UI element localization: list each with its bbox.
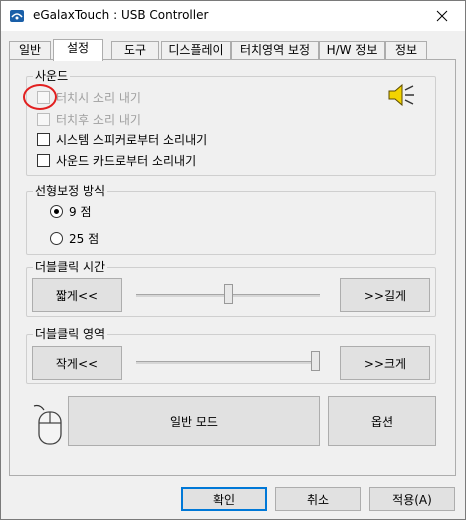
close-icon — [436, 10, 448, 22]
close-button[interactable] — [419, 1, 465, 31]
linearity-9-point-option[interactable]: 9 점 — [50, 202, 92, 220]
cancel-button[interactable]: 취소 — [275, 487, 361, 511]
linearity-9-point-label: 9 점 — [69, 204, 92, 219]
linearity-25-point-radio[interactable] — [50, 231, 63, 245]
title-bar: eGalaxTouch : USB Controller — [1, 1, 465, 31]
tab-display[interactable]: 디스플레이 — [161, 41, 231, 60]
sound-group-title: 사운드 — [33, 68, 71, 84]
double-click-area-slider-thumb[interactable] — [311, 351, 320, 371]
system-speaker-checkbox[interactable] — [37, 132, 50, 146]
after-touch-sound-option[interactable]: 터치후 소리 내기 — [37, 110, 141, 128]
double-click-time-longer-button[interactable]: >>길게 — [340, 278, 430, 312]
settings-panel: 사운드 터치시 소리 내기 터치후 소리 내기 시스템 스피커로부터 소리내기 … — [9, 59, 456, 476]
double-click-area-smaller-button[interactable]: 작게<< — [32, 346, 122, 380]
tab-info[interactable]: 정보 — [385, 41, 427, 60]
touch-sound-label: 터치시 소리 내기 — [56, 90, 141, 105]
double-click-time-shorter-button[interactable]: 짧게<< — [32, 278, 122, 312]
window-title: eGalaxTouch : USB Controller — [33, 8, 209, 22]
double-click-time-slider-thumb[interactable] — [223, 284, 233, 304]
system-speaker-option[interactable]: 시스템 스피커로부터 소리내기 — [37, 130, 207, 148]
linearity-25-point-option[interactable]: 25 점 — [50, 229, 99, 247]
double-click-area-slider-track[interactable] — [136, 361, 320, 364]
double-click-area-larger-button[interactable]: >>크게 — [340, 346, 430, 380]
system-speaker-label: 시스템 스피커로부터 소리내기 — [56, 132, 208, 147]
mouse-icon — [30, 402, 66, 446]
options-button[interactable]: 옵션 — [328, 396, 436, 446]
sound-card-checkbox[interactable] — [37, 153, 50, 167]
double-click-area-title: 더블클릭 영역 — [33, 326, 108, 342]
tab-touch-area-calibration[interactable]: 터치영역 보정 — [231, 41, 319, 60]
linearity-group-title: 선형보정 방식 — [33, 183, 108, 199]
sound-card-label: 사운드 카드로부터 소리내기 — [56, 153, 197, 168]
tab-general[interactable]: 일반 — [9, 41, 51, 60]
tab-settings[interactable]: 설정 — [53, 39, 103, 61]
double-click-time-title: 더블클릭 시간 — [33, 259, 108, 275]
highlight-circle — [23, 84, 57, 110]
ok-button[interactable]: 확인 — [181, 487, 267, 511]
speaker-icon — [387, 83, 415, 107]
linearity-25-point-label: 25 점 — [69, 231, 100, 246]
normal-mode-button[interactable]: 일반 모드 — [68, 396, 320, 446]
apply-button[interactable]: 적용(A) — [369, 487, 455, 511]
egalax-app-icon — [9, 8, 25, 24]
tab-hw-info[interactable]: H/W 정보 — [319, 41, 385, 60]
settings-dialog: eGalaxTouch : USB Controller 일반 설정 도구 디스… — [0, 0, 466, 520]
after-touch-sound-label: 터치후 소리 내기 — [56, 112, 141, 127]
after-touch-sound-checkbox[interactable] — [37, 112, 50, 126]
linearity-9-point-radio[interactable] — [50, 204, 63, 218]
tab-tools[interactable]: 도구 — [111, 41, 159, 60]
sound-card-option[interactable]: 사운드 카드로부터 소리내기 — [37, 151, 196, 169]
